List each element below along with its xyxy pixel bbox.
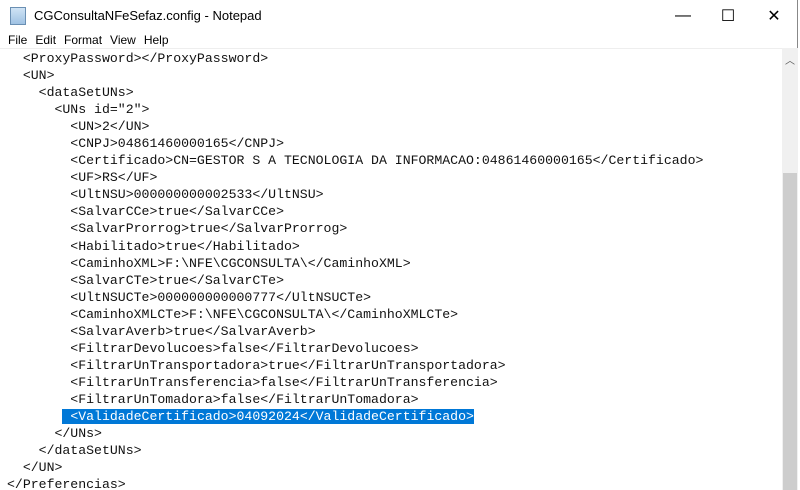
text-line: <dataSetUNs> [7, 85, 134, 101]
scrollbar-thumb[interactable] [783, 173, 797, 490]
text-line: <FiltrarUnTomadora>false</FiltrarUnTomad… [7, 391, 419, 407]
menu-format[interactable]: Format [64, 33, 102, 47]
text-line: <Certificado>CN=GESTOR S A TECNOLOGIA DA… [7, 153, 704, 169]
editor-content[interactable]: <ProxyPassword></ProxyPassword> <UN> <da… [7, 50, 703, 490]
text-line: <UNs id="2"> [7, 102, 150, 118]
text-line: <FiltrarUnTransferencia>false</FiltrarUn… [7, 374, 498, 390]
text-line: <CNPJ>04861460000165</CNPJ> [7, 136, 284, 152]
minimize-button[interactable]: — [660, 0, 706, 31]
text-line: </UNs> [7, 426, 102, 442]
menu-file[interactable]: File [8, 33, 27, 47]
text-line: <SalvarCTe>true</SalvarCTe> [7, 272, 284, 288]
text-line: <UltNSU>000000000002533</UltNSU> [7, 187, 324, 203]
selected-text-line: <ValidadeCertificado>04092024</ValidadeC… [7, 408, 703, 425]
text-line: </UN> [7, 460, 63, 476]
scroll-up-icon[interactable]: ︿ [785, 52, 795, 67]
menu-help[interactable]: Help [144, 33, 169, 47]
text-line: <CaminhoXMLCTe>F:\NFE\CGCONSULTA\</Camin… [7, 306, 459, 322]
text-line: <SalvarAverb>true</SalvarAverb> [7, 323, 316, 339]
close-button[interactable]: ✕ [751, 0, 797, 31]
text-line: <CaminhoXML>F:\NFE\CGCONSULTA\</CaminhoX… [7, 255, 411, 271]
text-line: <Habilitado>true</Habilitado> [7, 238, 300, 254]
vertical-scrollbar[interactable]: ︿ [782, 48, 798, 490]
text-line: <UF>RS</UF> [7, 170, 158, 186]
text-editor[interactable]: <ProxyPassword></ProxyPassword> <UN> <da… [0, 48, 782, 490]
text-line: <ProxyPassword></ProxyPassword> [7, 51, 269, 66]
maximize-button[interactable]: ☐ [705, 0, 751, 31]
notepad-icon [10, 6, 26, 25]
text-line: <FiltrarDevolucoes>false</FiltrarDevoluc… [7, 340, 419, 356]
window-title: CGConsultaNFeSefaz.config - Notepad [34, 8, 262, 23]
text-line: <UN> [7, 68, 55, 84]
text-line: </dataSetUNs> [7, 443, 142, 459]
text-line: </Preferencias> [7, 477, 126, 490]
notepad-window: CGConsultaNFeSefaz.config - Notepad — ☐ … [0, 0, 798, 490]
menu-edit[interactable]: Edit [35, 33, 56, 47]
text-line: <FiltrarUnTransportadora>true</FiltrarUn… [7, 357, 506, 373]
text-line: <SalvarProrrog>true</SalvarProrrog> [7, 221, 348, 237]
text-line: <UN>2</UN> [7, 119, 150, 135]
text-line: <SalvarCCe>true</SalvarCCe> [7, 204, 284, 220]
text-selection[interactable]: <ValidadeCertificado>04092024</ValidadeC… [62, 408, 474, 424]
menu-view[interactable]: View [110, 33, 136, 47]
text-line: <UltNSUCTe>000000000000777</UltNSUCTe> [7, 289, 372, 305]
title-bar[interactable]: CGConsultaNFeSefaz.config - Notepad — ☐ … [0, 0, 797, 31]
menu-bar: File Edit Format View Help [0, 31, 797, 49]
